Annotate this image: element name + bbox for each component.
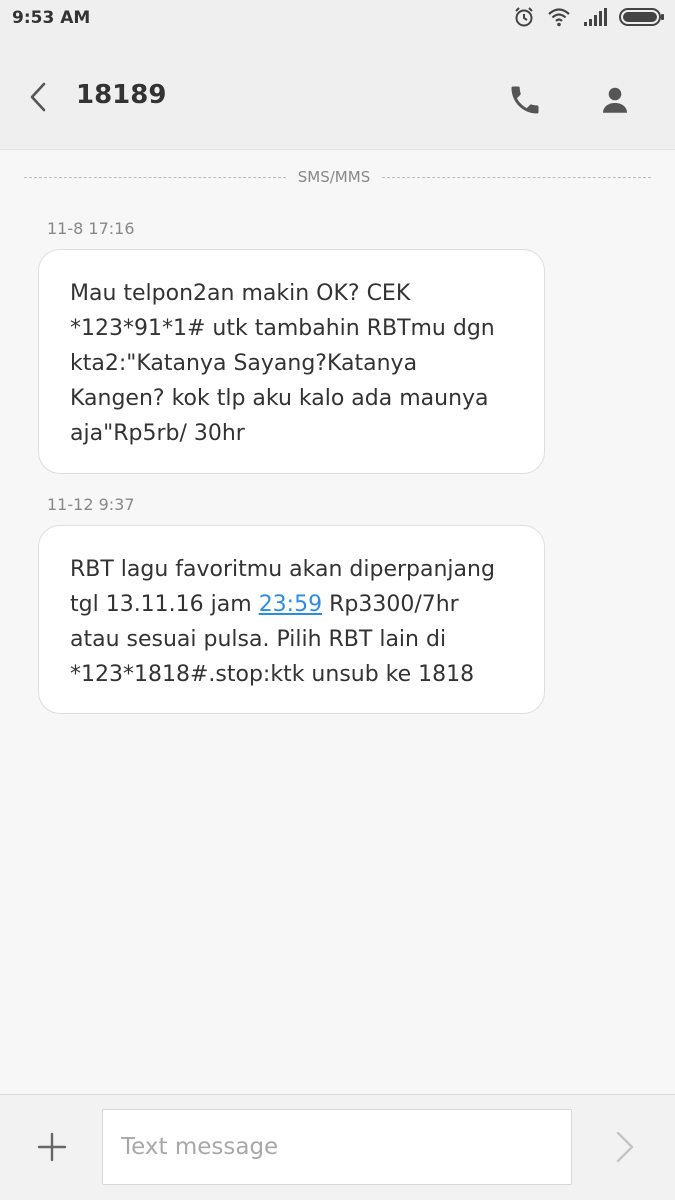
thread-type-divider: SMS/MMS bbox=[24, 168, 651, 188]
message-bubble[interactable]: RBT lagu favoritmu akan diperpanjang tgl… bbox=[38, 525, 545, 714]
battery-icon bbox=[619, 7, 665, 31]
message-timestamp: 11-8 17:16 bbox=[47, 219, 135, 238]
signal-icon bbox=[583, 7, 607, 31]
message-bubble[interactable]: Mau telpon2an makin OK? CEK *123*91*1# u… bbox=[38, 249, 545, 474]
message-input[interactable] bbox=[102, 1109, 572, 1185]
send-button[interactable] bbox=[610, 1127, 640, 1167]
contact-icon bbox=[603, 87, 627, 113]
status-icons bbox=[513, 6, 665, 32]
plus-icon bbox=[37, 1132, 67, 1162]
divider-label: SMS/MMS bbox=[297, 168, 371, 186]
message-text: Mau telpon2an makin OK? CEK *123*91*1# u… bbox=[70, 281, 495, 446]
back-chevron-icon bbox=[30, 82, 46, 112]
phone-icon bbox=[511, 86, 539, 114]
add-attachment-button[interactable] bbox=[32, 1127, 72, 1167]
call-button[interactable] bbox=[506, 82, 544, 118]
message-timestamp: 11-12 9:37 bbox=[47, 495, 135, 514]
message-composer bbox=[0, 1094, 675, 1200]
divider-line-left bbox=[24, 177, 286, 178]
conversation-header: 18189 bbox=[0, 38, 675, 150]
back-button[interactable] bbox=[22, 78, 56, 116]
time-link[interactable]: 23:59 bbox=[259, 592, 322, 617]
conversation-title: 18189 bbox=[76, 80, 167, 110]
divider-line-right bbox=[382, 177, 651, 178]
alarm-icon bbox=[513, 6, 535, 32]
status-bar: 9:53 AM bbox=[0, 0, 675, 38]
contact-button[interactable] bbox=[596, 82, 634, 118]
wifi-icon bbox=[547, 7, 571, 31]
status-time: 9:53 AM bbox=[12, 8, 91, 28]
send-chevron-icon bbox=[616, 1131, 634, 1163]
